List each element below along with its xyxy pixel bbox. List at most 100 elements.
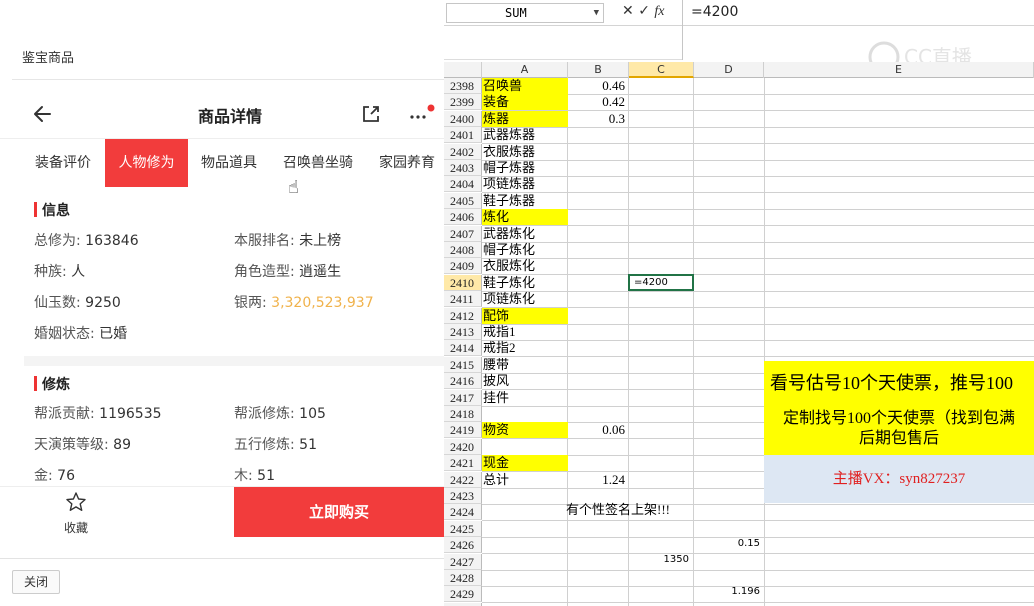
cell-a2415[interactable]: 腰带 [482,357,568,373]
row-header[interactable]: 2417 [444,390,482,406]
column-header-b[interactable]: B [568,62,629,78]
tab-equipment-review[interactable]: 装备评价 [22,139,104,187]
cell-a2427[interactable] [482,554,568,570]
row-header[interactable]: 2404 [444,176,482,192]
cell-a2413[interactable]: 戒指1 [482,324,568,340]
cell-a2402[interactable]: 衣服炼器 [482,144,568,160]
field-wuxing: 五行修炼: 51 [234,437,317,453]
more-icon[interactable] [406,104,438,126]
cell-a2414[interactable]: 戒指2 [482,340,568,356]
row-header[interactable]: 2425 [444,521,482,537]
cell-a2426[interactable] [482,537,568,553]
cell-a2406[interactable]: 炼化 [482,209,568,225]
row-header[interactable]: 2429 [444,586,482,602]
row-header[interactable]: 2426 [444,537,482,553]
cell-b2419[interactable]: 0.06 [568,422,629,438]
tab-bar: 装备评价 人物修为 物品道具 召唤兽坐骑 家园养育 [0,138,444,187]
name-box[interactable]: SUM ▼ [446,3,604,23]
select-all-corner[interactable] [444,62,482,78]
row-header[interactable]: 2408 [444,242,482,258]
row-header[interactable]: 2416 [444,373,482,389]
cell-a2428[interactable] [482,570,568,586]
row-header[interactable]: 2421 [444,455,482,471]
cell-a2398[interactable]: 召唤兽 [482,78,568,94]
cell-a2419[interactable]: 物资 [482,422,568,438]
cell-b2398[interactable]: 0.46 [568,78,629,94]
cell-a2410[interactable]: 鞋子炼化 [482,275,568,291]
row-header[interactable]: 2428 [444,570,482,586]
buy-now-button[interactable]: 立即购买 [234,487,444,537]
cell-c2427[interactable]: 1350 [629,552,693,568]
column-header-a[interactable]: A [482,62,568,78]
column-header-c[interactable]: C [629,62,694,78]
tab-home[interactable]: 家园养育 [370,139,444,187]
cell-d2426[interactable]: 0.15 [694,536,764,552]
row-header[interactable]: 2415 [444,357,482,373]
active-cell-c2410[interactable]: =4200 [628,274,694,291]
cell-a2417[interactable]: 挂件 [482,390,568,406]
cell-a2404[interactable]: 项链炼器 [482,176,568,192]
row-header[interactable]: 2413 [444,324,482,340]
row-header[interactable]: 2405 [444,193,482,209]
cell-a2416[interactable]: 披风 [482,373,568,389]
tab-items[interactable]: 物品道具 [190,139,268,187]
row-header[interactable]: 2419 [444,422,482,438]
cell-a2423[interactable] [482,488,568,504]
tab-character-cultivation[interactable]: 人物修为 [105,139,188,187]
cell-a2405[interactable]: 鞋子炼器 [482,193,568,209]
row-header[interactable]: 2424 [444,504,482,520]
row-header[interactable]: 2406 [444,209,482,225]
field-xianyu: 仙玉数: 9250 [34,295,121,311]
dropdown-arrow-icon[interactable]: ▼ [594,4,599,22]
cell-a2424-text[interactable]: 有个性签名上架!!! [566,502,696,518]
cell-a2418[interactable] [482,406,568,422]
cell-a2422[interactable]: 总计 [482,472,568,488]
row-header[interactable]: 2423 [444,488,482,504]
row-header[interactable]: 2407 [444,226,482,242]
cell-a2409[interactable]: 衣服炼化 [482,258,568,274]
row-header[interactable]: 2398 [444,78,482,94]
row-header[interactable]: 2412 [444,308,482,324]
row-header[interactable]: 2427 [444,554,482,570]
row-header[interactable]: 2411 [444,291,482,307]
cell-a2429[interactable] [482,586,568,602]
row-header[interactable]: 2418 [444,406,482,422]
cell-d2429[interactable]: 1.196 [694,584,764,600]
cell-b2399[interactable]: 0.42 [568,94,629,110]
back-arrow-icon[interactable] [30,101,56,127]
cell-a2401[interactable]: 武器炼器 [482,127,568,143]
column-header-e[interactable]: E [764,62,1034,78]
column-header-d[interactable]: D [694,62,764,78]
row-header[interactable]: 2400 [444,111,482,127]
cell-b2422[interactable]: 1.24 [568,472,629,488]
row-header[interactable]: 2401 [444,127,482,143]
confirm-icon[interactable]: ✓ [638,3,650,19]
cell-a2399[interactable]: 装备 [482,94,568,110]
row-header[interactable]: 2403 [444,160,482,176]
cell-a2403[interactable]: 帽子炼器 [482,160,568,176]
cell-a2421[interactable]: 现金 [482,455,568,471]
row-header[interactable]: 2409 [444,258,482,274]
cell-a2425[interactable] [482,521,568,537]
cancel-icon[interactable]: ✕ [622,3,634,19]
cell-a2424[interactable] [482,504,568,520]
tab-pets-mounts[interactable]: 召唤兽坐骑 [272,139,364,187]
favorite-button[interactable]: 收藏 [56,491,96,536]
cell-a2412[interactable]: 配饰 [482,308,568,324]
row-header[interactable]: 2422 [444,472,482,488]
cell-a2420[interactable] [482,439,568,455]
cell-a2408[interactable]: 帽子炼化 [482,242,568,258]
row-header[interactable]: 2410 [444,275,482,291]
row-header[interactable]: 2402 [444,144,482,160]
row-header[interactable]: 2399 [444,94,482,110]
close-button[interactable]: 关闭 [12,570,60,594]
cell-b2400[interactable]: 0.3 [568,111,629,127]
mobile-app-panel: 鉴宝商品 商品详情 装备评价 人物修为 物品道具 召唤兽坐骑 家园养育 ☝ 信息… [0,0,444,606]
row-header[interactable]: 2414 [444,340,482,356]
share-icon[interactable] [360,103,382,125]
cell-a2400[interactable]: 炼器 [482,111,568,127]
cell-a2411[interactable]: 项链炼化 [482,291,568,307]
cell-a2407[interactable]: 武器炼化 [482,226,568,242]
function-icon[interactable]: fx [654,4,664,19]
row-header[interactable]: 2420 [444,439,482,455]
